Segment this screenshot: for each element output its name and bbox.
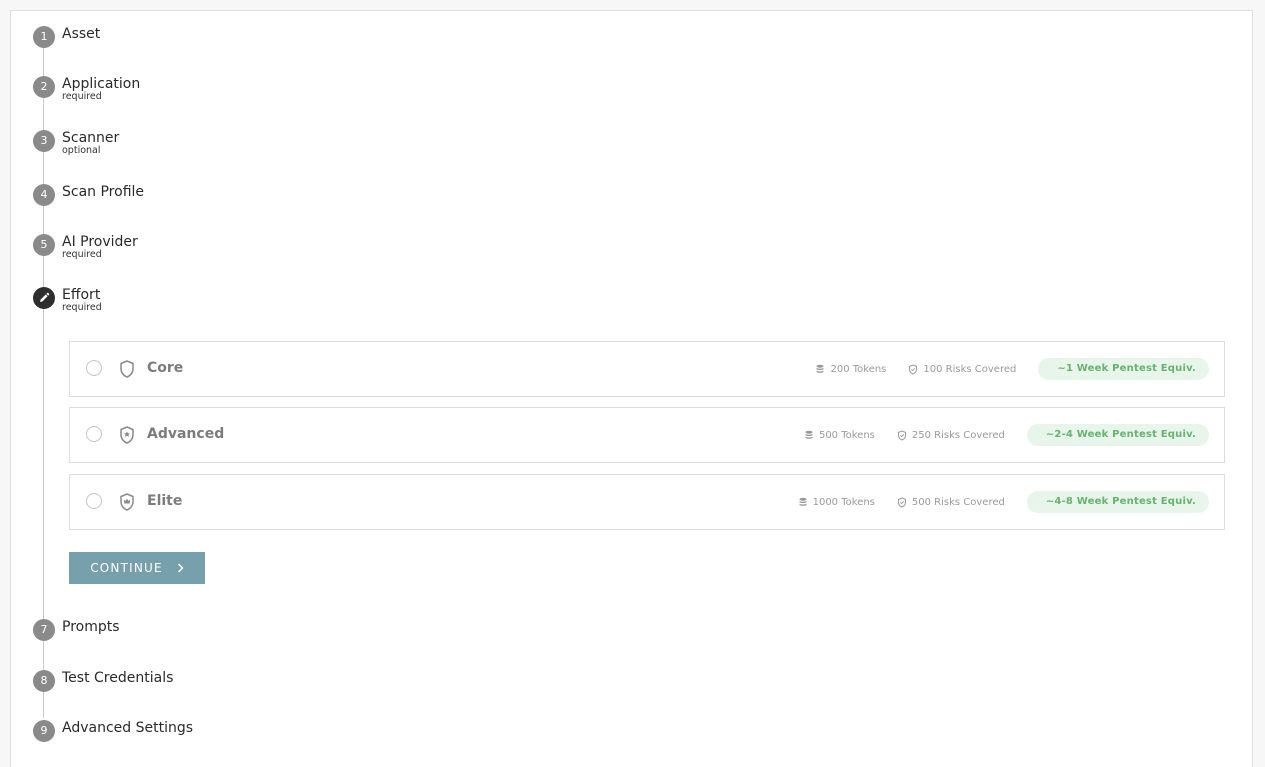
step-label: Prompts bbox=[62, 619, 120, 635]
step-number-active bbox=[33, 287, 55, 309]
tokens-info: 500 Tokens bbox=[804, 430, 875, 441]
radio-button[interactable] bbox=[86, 360, 102, 376]
risks-text: 250 Risks Covered bbox=[911, 429, 1005, 441]
shield-check-icon bbox=[897, 496, 906, 508]
pencil-icon bbox=[40, 292, 50, 302]
chevron-right-icon bbox=[177, 563, 184, 573]
step-number: 9 bbox=[33, 720, 55, 742]
effort-option-advanced[interactable]: Advanced 500 Tokens 250 Risks Covered ~2… bbox=[69, 407, 1225, 463]
step-number: 1 bbox=[33, 26, 55, 48]
step-number: 5 bbox=[33, 234, 55, 256]
option-name: Core bbox=[147, 360, 184, 376]
step-label: Asset bbox=[62, 26, 101, 42]
risks-info: 500 Risks Covered bbox=[897, 497, 1005, 508]
risks-info: 250 Risks Covered bbox=[897, 430, 1005, 441]
radio-button[interactable] bbox=[86, 493, 102, 509]
continue-label: CONTINUE bbox=[90, 561, 163, 575]
risks-text: 100 Risks Covered bbox=[923, 363, 1017, 375]
step-number: 4 bbox=[33, 184, 55, 206]
option-meta: 1000 Tokens 500 Risks Covered ~4-8 Week … bbox=[798, 491, 1209, 513]
tokens-text: 1000 Tokens bbox=[812, 496, 875, 508]
shield-icon bbox=[120, 360, 134, 378]
tokens-info: 200 Tokens bbox=[815, 364, 886, 375]
tokens-info: 1000 Tokens bbox=[798, 497, 875, 508]
coins-icon bbox=[816, 364, 824, 373]
radio-button[interactable] bbox=[86, 426, 102, 442]
tokens-text: 500 Tokens bbox=[818, 429, 875, 441]
step-sublabel: optional bbox=[62, 145, 101, 156]
option-name: Advanced bbox=[147, 426, 225, 442]
step-number: 8 bbox=[33, 670, 55, 692]
tokens-text: 200 Tokens bbox=[830, 363, 887, 375]
coins-icon bbox=[799, 497, 807, 506]
step-sublabel: required bbox=[62, 249, 102, 260]
shield-check-icon bbox=[909, 363, 918, 375]
continue-button[interactable]: CONTINUE bbox=[69, 552, 205, 584]
option-meta: 500 Tokens 250 Risks Covered ~2-4 Week P… bbox=[804, 424, 1209, 446]
step-label: Advanced Settings bbox=[62, 720, 194, 736]
effort-option-elite[interactable]: Elite 1000 Tokens 500 Risks Covered ~4-8… bbox=[69, 474, 1225, 530]
option-meta: 200 Tokens 100 Risks Covered ~1 Week Pen… bbox=[815, 358, 1209, 380]
stepper-rail bbox=[43, 586, 44, 718]
option-name: Elite bbox=[147, 493, 183, 509]
step-sublabel: required bbox=[62, 302, 102, 313]
pentest-equiv-badge: ~1 Week Pentest Equiv. bbox=[1038, 358, 1209, 380]
pentest-equiv-badge: ~4-8 Week Pentest Equiv. bbox=[1026, 491, 1209, 513]
shield-star-icon bbox=[120, 426, 134, 444]
effort-option-core[interactable]: Core 200 Tokens 100 Risks Covered ~1 Wee… bbox=[69, 341, 1225, 397]
step-number: 7 bbox=[33, 619, 55, 641]
shield-check-icon bbox=[897, 429, 906, 441]
step-label: Test Credentials bbox=[62, 670, 174, 686]
step-label: Scan Profile bbox=[62, 184, 145, 200]
risks-text: 500 Risks Covered bbox=[911, 496, 1005, 508]
step-number: 3 bbox=[33, 130, 55, 152]
stepper-rail bbox=[43, 48, 44, 586]
shield-crown-icon bbox=[120, 493, 134, 511]
step-number: 2 bbox=[33, 76, 55, 98]
step-sublabel: required bbox=[62, 91, 102, 102]
pentest-equiv-badge: ~2-4 Week Pentest Equiv. bbox=[1026, 424, 1209, 446]
coins-icon bbox=[805, 430, 813, 439]
risks-info: 100 Risks Covered bbox=[908, 364, 1016, 375]
